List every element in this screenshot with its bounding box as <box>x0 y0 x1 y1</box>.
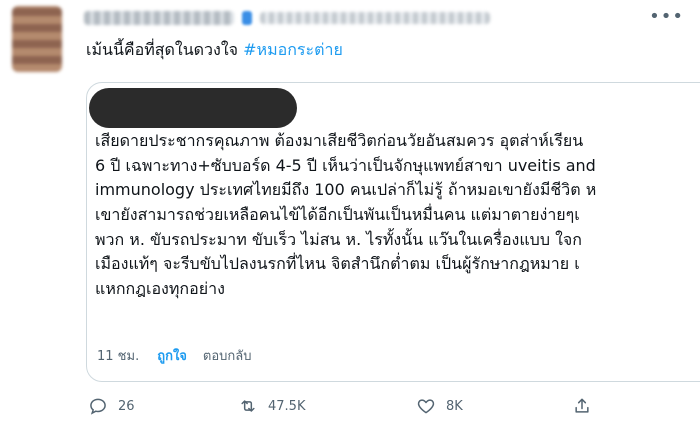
like-action[interactable]: 8K <box>416 396 463 416</box>
quote-line: เสียดายประชากรคุณภาพ ต้องมาเสียชีวิตก่อน… <box>95 131 584 150</box>
retweet-icon[interactable] <box>238 396 258 416</box>
like-count: 8K <box>446 398 463 414</box>
quote-line: เขายังสามารถช่วยเหลือคนไข้ได้อีกเป็นพันเ… <box>95 205 580 225</box>
tweet-header <box>84 8 604 28</box>
reply-count: 26 <box>118 398 135 414</box>
retweet-count: 47.5K <box>268 398 306 414</box>
quote-reply-link[interactable]: ตอบกลับ <box>203 345 252 366</box>
quote-line: เมืองแท้ๆ จะรีบขับไปลงนรกที่ไหน จิตสำนึก… <box>95 254 580 274</box>
reply-icon[interactable] <box>88 396 108 416</box>
quote-line: พวก ห. ขับรถประมาท ขับเร็ว ไม่สน ห. ไรทั… <box>95 229 582 249</box>
quote-line: immunology ประเทศไทยมีถึง 100 คนเปล่าก็ไ… <box>95 180 597 200</box>
tweet-text: เม้นนี้คือที่สุดในดวงใจ #หมอกระต่าย <box>86 38 343 62</box>
more-icon[interactable]: ••• <box>649 6 684 27</box>
reply-action[interactable]: 26 <box>88 396 135 416</box>
avatar[interactable] <box>12 6 62 72</box>
quoted-comment-card[interactable]: เสียดายประชากรคุณภาพ ต้องมาเสียชีวิตก่อน… <box>86 82 700 382</box>
tweet-body: เม้นนี้คือที่สุดในดวงใจ <box>86 40 239 59</box>
quote-like-link[interactable]: ถูกใจ <box>157 345 187 366</box>
share-action[interactable] <box>572 396 592 416</box>
quote-timestamp: 11 ชม. <box>97 349 140 364</box>
retweet-action[interactable]: 47.5K <box>238 396 305 416</box>
hashtag-link[interactable]: #หมอกระต่าย <box>243 40 343 59</box>
quoted-comment-text: เสียดายประชากรคุณภาพ ต้องมาเสียชีวิตก่อน… <box>95 129 596 302</box>
quote-meta-row: 11 ชม. ถูกใจ ตอบกลับ <box>97 345 252 366</box>
blurred-handle[interactable] <box>260 12 490 24</box>
blurred-badge <box>242 11 252 25</box>
blurred-display-name[interactable] <box>84 11 234 25</box>
redacted-name-bar <box>89 88 297 128</box>
share-icon[interactable] <box>572 396 592 416</box>
tweet-actions: 26 47.5K 8K <box>88 396 598 420</box>
quote-line: 6 ปี เฉพาะทาง+ซับบอร์ด 4-5 ปี เห็นว่าเป็… <box>95 155 596 175</box>
quote-line: แหกกฎเองทุกอย่าง <box>95 279 225 299</box>
like-icon[interactable] <box>416 396 436 416</box>
